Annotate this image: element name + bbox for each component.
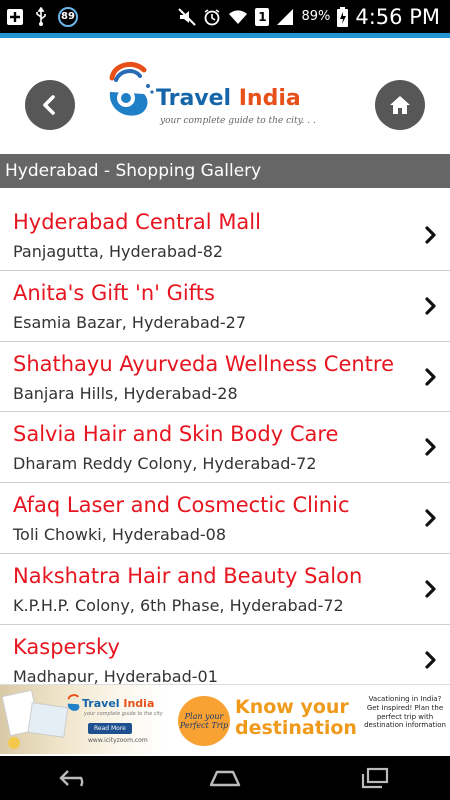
item-name: Anita's Gift 'n' Gifts: [13, 280, 215, 305]
app-header: Travel India your complete guide to the …: [0, 38, 450, 150]
battery-percent: 89%: [301, 9, 331, 24]
chevron-right-icon: [425, 509, 436, 527]
usb-icon: [34, 6, 48, 27]
back-button[interactable]: [25, 80, 75, 130]
alarm-icon: [203, 8, 221, 26]
list-item[interactable]: Afaq Laser and Cosmectic Clinic Toli Cho…: [0, 483, 450, 554]
chevron-right-icon: [425, 297, 436, 315]
notification-count-badge: 89: [58, 6, 78, 27]
logo-title: Travel India: [156, 86, 301, 111]
logo-emblem-icon: [109, 61, 154, 116]
ad-banner[interactable]: Travel India your complete guide to the …: [0, 684, 450, 754]
sim-slot-badge: 1: [255, 7, 270, 26]
battery-charging-icon: [337, 6, 349, 27]
list-item[interactable]: Salvia Hair and Skin Body Care Dharam Re…: [0, 412, 450, 484]
list-item[interactable]: Shathayu Ayurveda Wellness Centre Banjar…: [0, 342, 450, 413]
status-bar: 89 1 89% 4:56 PM: [0, 0, 450, 33]
chevron-right-icon: [425, 226, 436, 244]
item-address: Toli Chowki, Hyderabad-08: [13, 525, 227, 545]
item-name: Salvia Hair and Skin Body Care: [13, 422, 339, 447]
ad-logo-text: Travel India: [82, 697, 155, 710]
list-item[interactable]: Hyderabad Central Mall Panjagutta, Hyder…: [0, 200, 450, 271]
shopping-list: Hyderabad Central Mall Panjagutta, Hyder…: [0, 200, 450, 696]
item-address: Dharam Reddy Colony, Hyderabad-72: [13, 454, 317, 474]
add-notification-icon: [6, 8, 24, 26]
signal-icon: [276, 8, 294, 26]
mute-icon: [178, 7, 197, 26]
ad-logo-subtitle: your complete guide to the city: [84, 711, 163, 717]
ad-plan-badge: Plan your Perfect Trip: [178, 696, 230, 746]
chevron-left-icon: [43, 95, 55, 115]
travel-india-logo: Travel India your complete guide to the …: [104, 56, 334, 136]
nav-home-button[interactable]: [195, 758, 255, 798]
section-title-bar: Hyderabad - Shopping Gallery: [0, 154, 450, 188]
item-address: Panjagutta, Hyderabad-82: [13, 242, 224, 261]
ad-side-text: Vacationing in India? Get Inspired! Plan…: [364, 695, 446, 730]
nav-home-icon: [209, 770, 241, 787]
home-icon: [390, 96, 410, 114]
section-title: Hyderabad - Shopping Gallery: [5, 161, 262, 181]
clock-time: 4:56 PM: [355, 4, 440, 29]
logo-tagline: your complete guide to the city. . .: [160, 116, 316, 126]
ad-logo-emblem-icon: [67, 694, 80, 711]
item-name: Shathayu Ayurveda Wellness Centre: [13, 351, 394, 376]
item-name: Kaspersky: [13, 634, 120, 659]
list-item[interactable]: Anita's Gift 'n' Gifts Esamia Bazar, Hyd…: [0, 271, 450, 342]
ad-read-more-button[interactable]: Read More: [88, 723, 132, 734]
item-address: Banjara Hills, Hyderabad-28: [13, 383, 238, 403]
chevron-right-icon: [425, 367, 436, 386]
list-item[interactable]: Nakshatra Hair and Beauty Salon K.P.H.P.…: [0, 554, 450, 625]
item-name: Hyderabad Central Mall: [13, 210, 261, 234]
chevron-right-icon: [425, 651, 436, 669]
item-address: Esamia Bazar, Hyderabad-27: [13, 312, 247, 332]
chevron-right-icon: [425, 580, 436, 598]
item-address: K.P.H.P. Colony, 6th Phase, Hyderabad-72: [13, 595, 344, 615]
item-name: Afaq Laser and Cosmectic Clinic: [13, 493, 350, 518]
system-nav-bar: [0, 756, 450, 800]
item-address: Madhapur, Hyderabad-01: [13, 666, 218, 686]
nav-back-button[interactable]: [45, 758, 105, 798]
nav-recent-apps-icon: [361, 767, 389, 789]
ad-url: www.icityzoom.com: [88, 737, 148, 744]
wifi-icon: [228, 9, 248, 25]
ad-headline: Know your destination: [235, 696, 357, 739]
nav-recent-apps-button[interactable]: [345, 758, 405, 798]
home-button[interactable]: [375, 80, 425, 130]
chevron-right-icon: [425, 438, 436, 456]
nav-back-icon: [59, 770, 84, 787]
item-name: Nakshatra Hair and Beauty Salon: [13, 563, 363, 588]
